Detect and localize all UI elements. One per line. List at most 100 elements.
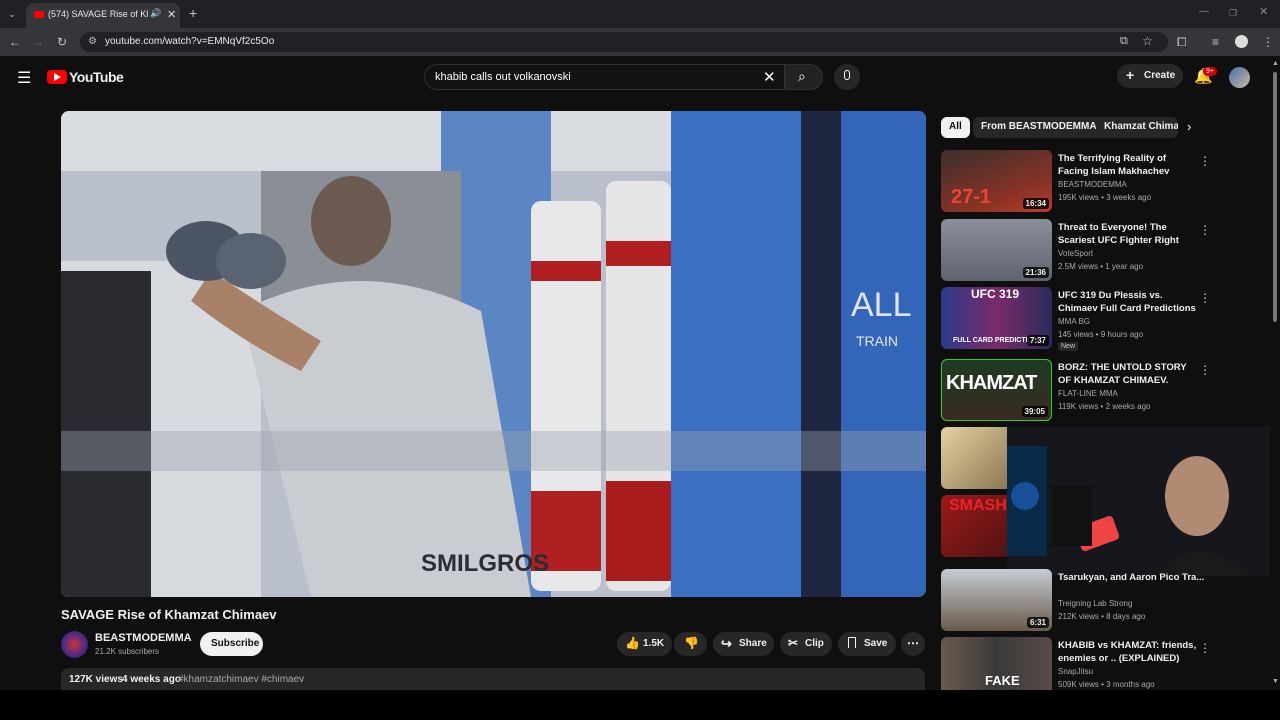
audio-icon: 🔊 <box>150 8 162 18</box>
rec-title: Tsarukyan, and Aaron Pico Tra... <box>1058 572 1205 583</box>
new-tab-icon[interactable]: + <box>189 6 197 20</box>
site-info-icon[interactable]: ⚙ <box>88 36 97 47</box>
profile-avatar[interactable] <box>1235 35 1248 48</box>
more-vert-icon[interactable]: ⋮ <box>1199 641 1211 655</box>
duration-badge: 16:34 <box>1022 198 1049 209</box>
page-scrollbar[interactable]: ▲ ▼ <box>1270 56 1280 690</box>
rec-meta: 119K views • 2 weeks ago <box>1058 402 1151 411</box>
wall-text-2: TRAIN <box>856 333 898 349</box>
wall-text: ALL <box>851 286 912 324</box>
thumbnail: KHAMZAT 39:05 <box>941 359 1052 421</box>
bookmark-icon <box>848 637 856 648</box>
notification-badge: 9+ <box>1203 67 1217 76</box>
webcam-frame <box>1007 426 1280 576</box>
more-vert-icon[interactable]: ⋮ <box>1199 154 1211 168</box>
address-bar[interactable]: ⚙ youtube.com/watch?v=EMNqVf2c5Oo ⧉ ☆ <box>80 32 1168 52</box>
extensions-icon[interactable]: ⧠ <box>1177 36 1187 48</box>
description-box[interactable]: 127K views 4 weeks ago #khamzatchimaev #… <box>61 668 925 690</box>
new-badge: New <box>1058 342 1079 351</box>
chip-khamzat[interactable]: Khamzat Chima <box>1096 117 1178 138</box>
scissors-icon: ✂ <box>788 636 799 650</box>
rec-channel: SnapJitsu <box>1058 667 1094 676</box>
dislike-button[interactable]: 👎 <box>674 632 707 656</box>
video-player[interactable]: ALL TRAIN SMILGROS <box>61 111 926 597</box>
restore-icon[interactable]: ❐ <box>1229 7 1237 19</box>
duration-badge: 21:36 <box>1022 267 1049 278</box>
more-horizontal-icon: ⋯ <box>907 636 919 650</box>
rec-title: Threat to Everyone! The Scariest UFC Fig… <box>1058 222 1179 246</box>
tab-list-icon[interactable]: ⌄ <box>8 8 16 20</box>
rec-channel: MMA BG <box>1058 317 1091 326</box>
channel-avatar[interactable] <box>61 631 88 658</box>
thumbnail: 21:36 <box>941 219 1052 281</box>
search-query: khabib calls out volkanovski <box>435 71 571 83</box>
more-actions-button[interactable]: ⋯ <box>901 632 925 656</box>
like-count: 1.5K <box>643 638 665 649</box>
browser-tab[interactable]: (574) SAVAGE Rise of Kham 🔊 ✕ <box>26 3 180 28</box>
browser-toolbar: ← → ↻ ⚙ youtube.com/watch?v=EMNqVf2c5Oo … <box>0 28 1280 56</box>
clip-button[interactable]: ✂ Clip <box>780 632 832 656</box>
shorts-text: SMILGROS <box>421 550 549 577</box>
create-button[interactable]: + Create <box>1117 64 1183 88</box>
list-item[interactable]: KHAMZAT 39:05 BORZ: THE UNTOLD STORY OF … <box>941 359 1271 423</box>
logo-text: YouTube <box>69 69 124 85</box>
hashtags[interactable]: #khamzatchimaev #chimaev <box>178 674 304 685</box>
list-item[interactable]: 21:36 Threat to Everyone! The Scariest U… <box>941 219 1271 283</box>
chrome-menu-icon[interactable]: ⋮ <box>1262 36 1274 48</box>
scroll-up-icon[interactable]: ▲ <box>1272 60 1279 67</box>
tab-close-icon[interactable]: ✕ <box>167 8 176 21</box>
list-item[interactable]: 27-1 16:34 The Terrifying Reality of Fac… <box>941 150 1271 214</box>
duration-badge: 39:05 <box>1021 406 1048 417</box>
duration-badge: 6:31 <box>1026 617 1049 628</box>
account-avatar[interactable] <box>1229 67 1250 88</box>
duration-badge: 7:37 <box>1026 335 1049 346</box>
bottom-letterbox <box>0 690 1280 720</box>
hamburger-menu-icon[interactable]: ☰ <box>17 68 31 88</box>
bookmark-star-icon[interactable]: ☆ <box>1142 34 1153 48</box>
thumbnail: 6:31 <box>941 569 1052 631</box>
rec-title: KHABIB vs KHAMZAT: friends, enemies or .… <box>1058 640 1197 664</box>
cast-icon[interactable]: ⧉ <box>1120 35 1128 48</box>
thumb-text: 27-1 <box>951 186 992 208</box>
rec-channel: Treigning Lab Strong <box>1058 599 1133 608</box>
list-item[interactable]: UFC 319 FULL CARD PREDICTION 7:37 UFC 31… <box>941 287 1271 351</box>
minimize-icon[interactable]: — <box>1199 6 1209 18</box>
rec-meta: 509K views • 3 months ago <box>1058 680 1155 689</box>
subscribe-button[interactable]: Subscribe <box>200 632 263 656</box>
save-button[interactable]: Save <box>838 632 896 656</box>
rec-meta: 145 views • 9 hours ago <box>1058 330 1144 339</box>
rec-meta: 2.5M views • 1 year ago <box>1058 262 1144 271</box>
more-vert-icon[interactable]: ⋮ <box>1199 291 1211 305</box>
save-label: Save <box>864 638 888 649</box>
rec-title: UFC 319 Du Plessis vs. Chimaev Full Card… <box>1058 290 1196 314</box>
chip-next-icon[interactable]: › <box>1187 119 1191 134</box>
scroll-down-icon[interactable]: ▼ <box>1272 678 1279 685</box>
rec-channel: FLAT-LINE MMA <box>1058 389 1118 398</box>
window-close-icon[interactable]: ✕ <box>1259 6 1268 18</box>
chip-all[interactable]: All <box>941 117 970 138</box>
search-button[interactable]: ⌕ <box>785 64 823 90</box>
like-button[interactable]: 👍 1.5K <box>617 632 672 656</box>
reading-list-icon[interactable]: ≡ <box>1212 36 1219 48</box>
browser-tab-strip: ⌄ (574) SAVAGE Rise of Kham 🔊 ✕ + — ❐ ✕ <box>0 0 1280 28</box>
clear-search-icon[interactable]: ✕ <box>763 68 776 86</box>
rec-meta: 195K views • 3 weeks ago <box>1058 193 1152 202</box>
thumbnail: 27-1 16:34 <box>941 150 1052 212</box>
back-icon[interactable]: ← <box>9 36 21 48</box>
forward-icon[interactable]: → <box>32 36 44 48</box>
youtube-header: ☰ YouTube khabib calls out volkanovski ✕… <box>0 56 1270 100</box>
chip-from-channel[interactable]: From BEASTMODEMMA <box>973 117 1105 138</box>
channel-name[interactable]: BEASTMODEMMA <box>95 632 192 644</box>
more-vert-icon[interactable]: ⋮ <box>1199 363 1211 377</box>
thumbs-down-icon: 👎 <box>684 636 699 650</box>
list-item[interactable]: 6:31 Tsarukyan, and Aaron Pico Tra... Tr… <box>941 569 1271 633</box>
thumb-text: KHAMZAT <box>946 372 1037 394</box>
thumbs-up-icon: 👍 <box>625 636 640 650</box>
scroll-thumb[interactable] <box>1273 72 1277 322</box>
search-input[interactable]: khabib calls out volkanovski ✕ <box>424 64 785 90</box>
more-vert-icon[interactable]: ⋮ <box>1199 223 1211 237</box>
reload-icon[interactable]: ↻ <box>57 36 67 48</box>
voice-search-button[interactable] <box>834 64 860 90</box>
video-title: SAVAGE Rise of Khamzat Chimaev <box>61 607 277 622</box>
share-button[interactable]: ↪ Share <box>713 632 774 656</box>
